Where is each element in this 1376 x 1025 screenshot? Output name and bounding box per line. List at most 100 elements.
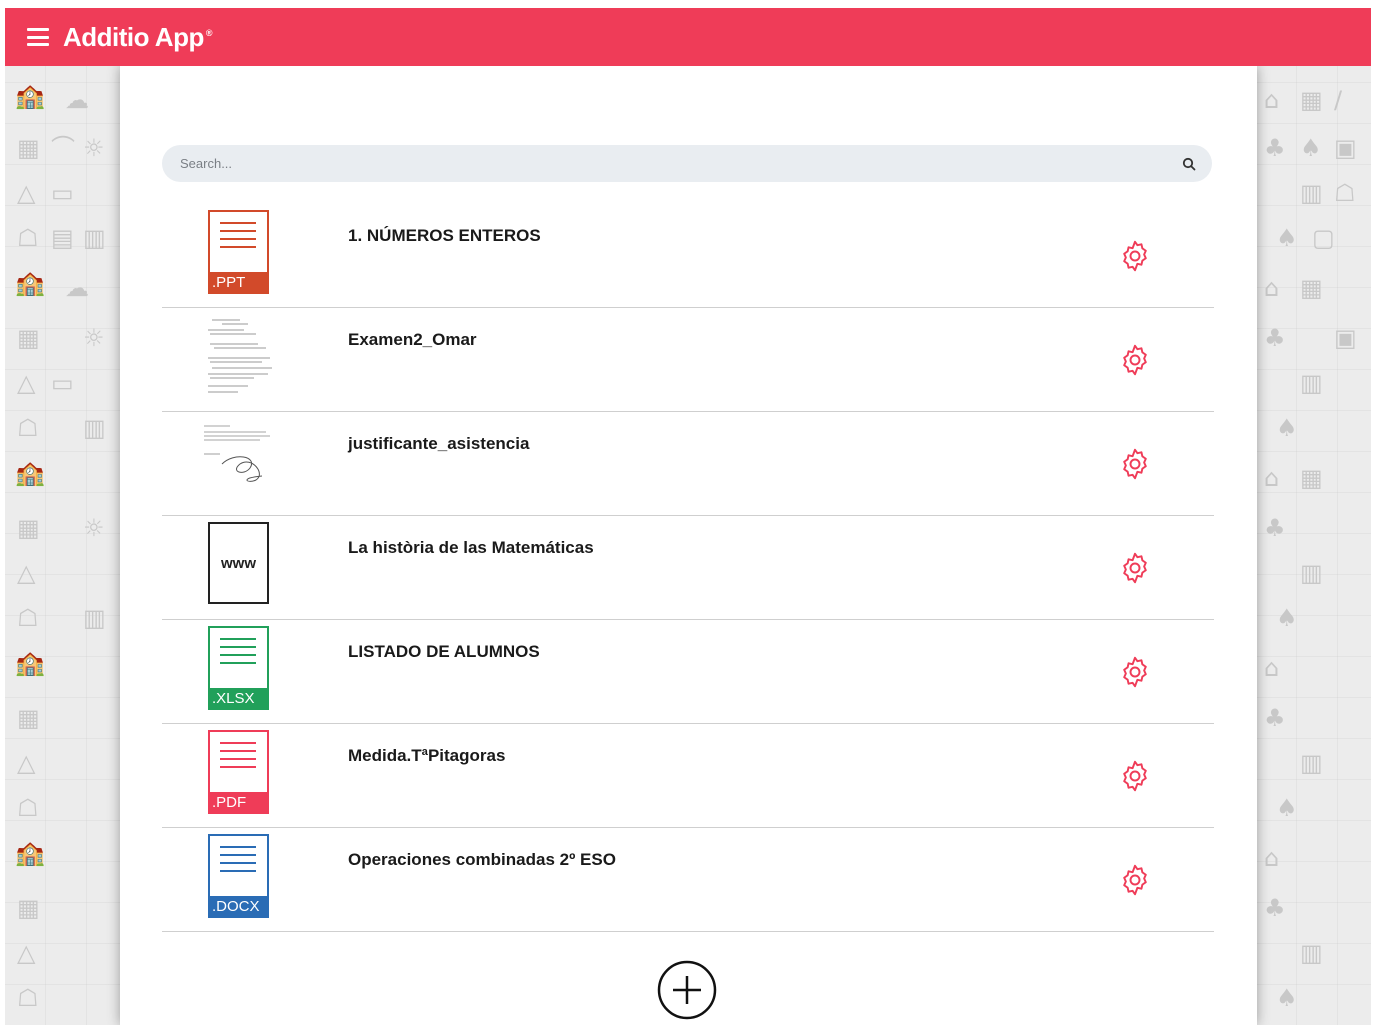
sun-doodle-icon: ☼	[83, 324, 105, 352]
triangle-doodle-icon: △	[17, 179, 36, 207]
bag-doodle-icon: ▢	[1312, 224, 1335, 252]
search-input[interactable]	[162, 145, 1182, 182]
list-item[interactable]: Examen2_Omar	[162, 308, 1214, 412]
background-pattern-right: ⌂ ▦ / ♣ ♠ ▣ ▥ ☖ ♠ ▢ ⌂ ▦ ♣ ▣ ▥ ♠ ⌂ ▦ ♣ ▥ …	[1256, 66, 1371, 1025]
map-doodle-icon: ▣	[1334, 324, 1357, 352]
board-doodle-icon: ▦	[17, 324, 40, 352]
map-doodle-icon: ▣	[1334, 134, 1357, 162]
list-item[interactable]: www La història de las Matemáticas	[162, 516, 1214, 620]
school-doodle-icon: 🏫	[15, 839, 45, 867]
list-item[interactable]: .XLSX LISTADO DE ALUMNOS	[162, 620, 1214, 724]
sun-doodle-icon: ☼	[83, 514, 105, 542]
triangle-doodle-icon: △	[17, 939, 36, 967]
bus-doodle-icon: ▭	[51, 179, 74, 207]
tree-doodle-icon: ♣	[1264, 514, 1286, 542]
board-doodle-icon: ▦	[17, 134, 40, 162]
hamburger-menu-icon[interactable]	[27, 28, 49, 46]
board-doodle-icon: ▦	[1300, 464, 1323, 492]
board-doodle-icon: ▦	[17, 514, 40, 542]
triangle-doodle-icon: △	[17, 559, 36, 587]
tree-doodle-icon: ♣	[1264, 894, 1286, 922]
gear-icon[interactable]	[1117, 238, 1153, 274]
gear-icon[interactable]	[1117, 550, 1153, 586]
file-list: .PPT 1. NÚMEROS ENTEROS Examen2_Omar jus…	[162, 204, 1214, 932]
house-doodle-icon: ⌂	[1264, 274, 1280, 302]
file-extension-label: .PPT	[208, 272, 269, 294]
person-doodle-icon: ☖	[1334, 179, 1356, 207]
app-logo[interactable]: Additio App ®	[63, 22, 212, 53]
plant-doodle-icon: ♠	[1276, 794, 1298, 822]
board-doodle-icon: ▦	[17, 704, 40, 732]
board-doodle-icon: ▦	[17, 894, 40, 922]
triangle-doodle-icon: △	[17, 369, 36, 397]
app-title: Additio App	[63, 21, 204, 52]
person-doodle-icon: ☖	[17, 414, 39, 442]
app-header: Additio App ®	[5, 8, 1371, 66]
file-extension-label: .PDF	[208, 792, 269, 814]
background-pattern-left: 🏫 ☁ ▦ ⌒ ☼ △ ▭ ☖ ▤ ▥ 🏫 ☁ ▦ ☼ △ ▭ ☖ ▥ 🏫 ▦ …	[5, 66, 120, 1025]
search-bar	[162, 145, 1212, 182]
house-doodle-icon: ⌂	[1264, 86, 1280, 114]
plant-doodle-icon: ♠	[1300, 134, 1322, 162]
plus-circle-icon[interactable]	[657, 960, 717, 1020]
list-item[interactable]: .PDF Medida.TªPitagoras	[162, 724, 1214, 828]
list-item[interactable]: .DOCX Operaciones combinadas 2º ESO	[162, 828, 1214, 932]
gear-icon[interactable]	[1117, 758, 1153, 794]
tree-doodle-icon: ♣	[1264, 704, 1286, 732]
ppt-file-icon: .PPT	[208, 210, 270, 294]
file-title[interactable]: Operaciones combinadas 2º ESO	[348, 850, 616, 870]
document-thumbnail	[200, 418, 280, 502]
bin-doodle-icon: ▤	[51, 224, 74, 252]
book-doodle-icon: ▥	[1300, 559, 1323, 587]
school-doodle-icon: 🏫	[15, 82, 45, 110]
cloud-doodle-icon: ☁	[65, 274, 89, 302]
book-doodle-icon: ▥	[83, 414, 106, 442]
file-title[interactable]: Medida.TªPitagoras	[348, 746, 505, 766]
file-title[interactable]: 1. NÚMEROS ENTEROS	[348, 226, 541, 246]
house-doodle-icon: ⌂	[1264, 654, 1280, 682]
plant-doodle-icon: ♠	[1276, 984, 1298, 1012]
house-doodle-icon: ⌂	[1264, 844, 1280, 872]
person-doodle-icon: ☖	[17, 984, 39, 1012]
link-icon: www	[208, 522, 270, 606]
triangle-doodle-icon: △	[17, 749, 36, 777]
search-icon[interactable]	[1182, 157, 1196, 171]
person-doodle-icon: ☖	[17, 794, 39, 822]
lamp-doodle-icon: ⌒	[51, 134, 75, 162]
house-doodle-icon: ⌂	[1264, 464, 1280, 492]
file-title[interactable]: LISTADO DE ALUMNOS	[348, 642, 540, 662]
tree-doodle-icon: ♣	[1264, 324, 1286, 352]
book-doodle-icon: ▥	[1300, 939, 1323, 967]
gear-icon[interactable]	[1117, 446, 1153, 482]
pencil-doodle-icon: /	[1334, 86, 1343, 114]
docx-file-icon: .DOCX	[208, 834, 270, 918]
plant-doodle-icon: ♠	[1276, 604, 1298, 632]
gear-icon[interactable]	[1117, 862, 1153, 898]
board-doodle-icon: ▦	[1300, 86, 1323, 114]
school-doodle-icon: 🏫	[15, 649, 45, 677]
pdf-file-icon: .PDF	[208, 730, 270, 814]
plant-doodle-icon: ♠	[1276, 414, 1298, 442]
bus-doodle-icon: ▭	[51, 369, 74, 397]
school-doodle-icon: 🏫	[15, 269, 45, 297]
book-doodle-icon: ▥	[83, 224, 106, 252]
resources-panel: .PPT 1. NÚMEROS ENTEROS	[120, 66, 1257, 1025]
file-extension-label: .DOCX	[208, 896, 269, 918]
www-label: www	[208, 522, 269, 604]
book-doodle-icon: ▥	[1300, 179, 1323, 207]
person-doodle-icon: ☖	[17, 604, 39, 632]
list-item[interactable]: .PPT 1. NÚMEROS ENTEROS	[162, 204, 1214, 308]
list-item[interactable]: justificante_asistencia	[162, 412, 1214, 516]
registered-mark: ®	[205, 27, 213, 38]
cloud-doodle-icon: ☁	[65, 86, 89, 114]
file-title[interactable]: justificante_asistencia	[348, 434, 529, 454]
document-thumbnail	[200, 314, 280, 398]
file-title[interactable]: Examen2_Omar	[348, 330, 477, 350]
book-doodle-icon: ▥	[1300, 749, 1323, 777]
gear-icon[interactable]	[1117, 342, 1153, 378]
book-doodle-icon: ▥	[1300, 369, 1323, 397]
tree-doodle-icon: ♣	[1264, 134, 1286, 162]
sun-doodle-icon: ☼	[83, 134, 105, 162]
file-title[interactable]: La història de las Matemáticas	[348, 538, 594, 558]
gear-icon[interactable]	[1117, 654, 1153, 690]
